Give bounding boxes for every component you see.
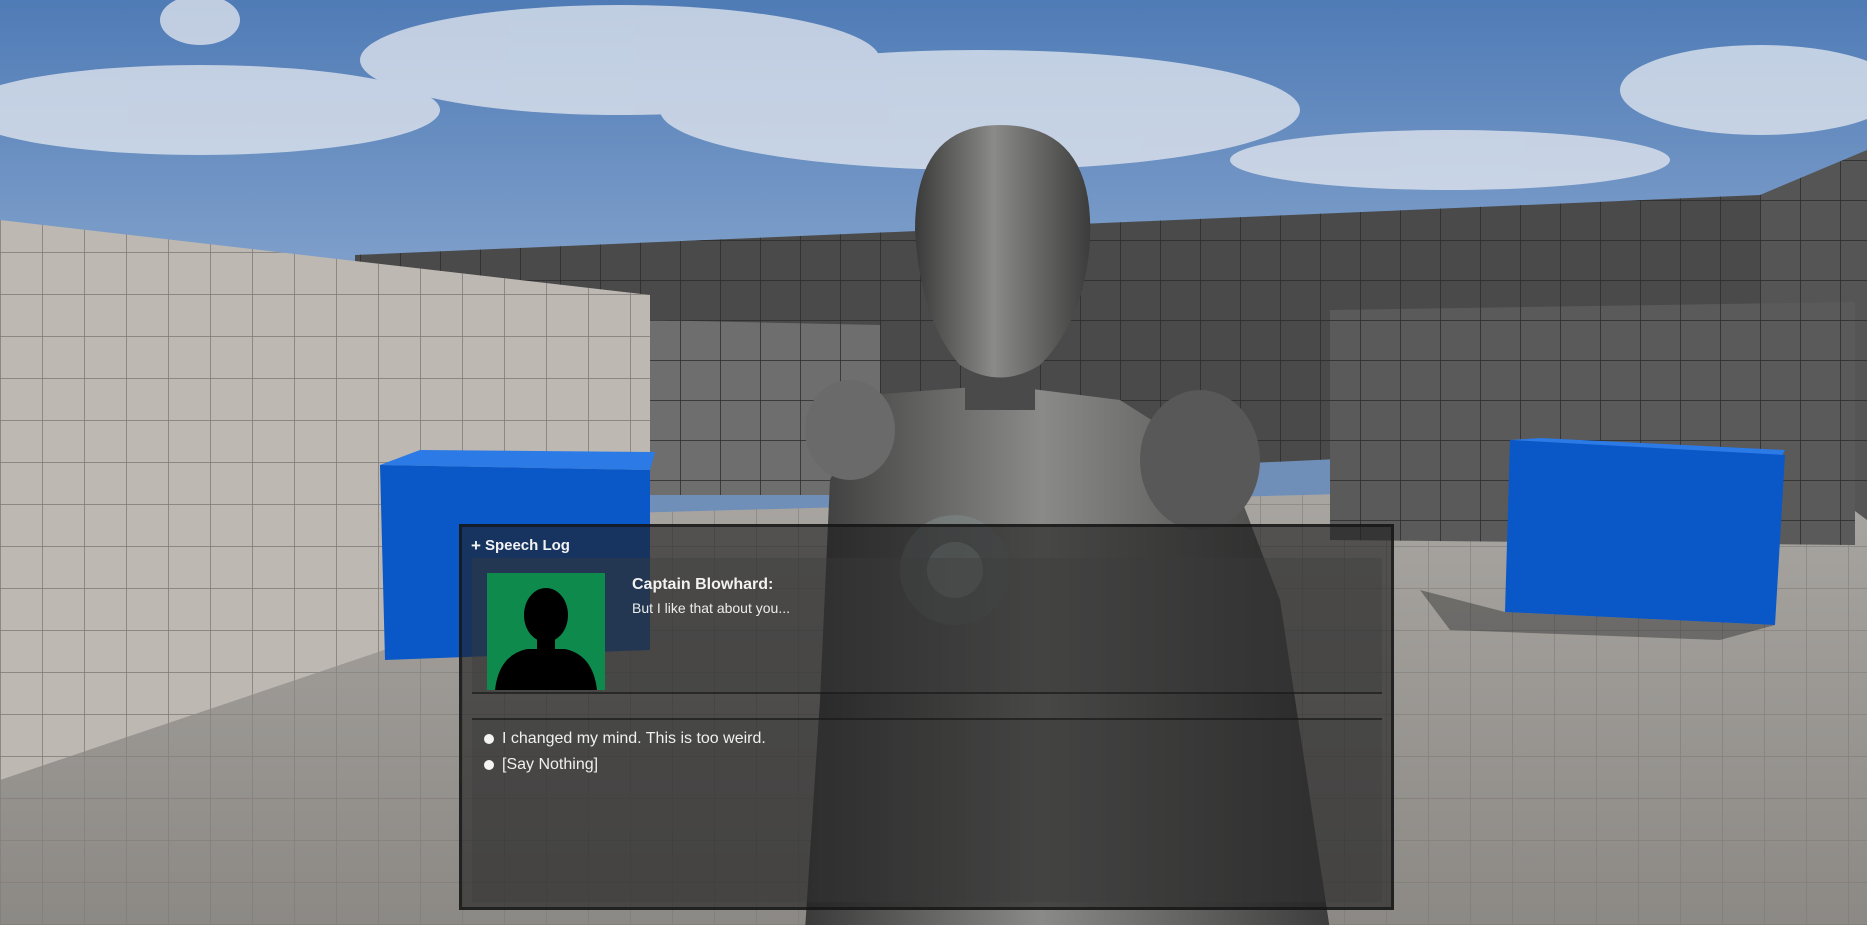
- choice-option[interactable]: [Say Nothing]: [484, 756, 598, 774]
- choice-option[interactable]: I changed my mind. This is too weird.: [484, 730, 766, 748]
- choice-label: [Say Nothing]: [502, 756, 599, 773]
- choices-panel: I changed my mind. This is too weird. [S…: [472, 718, 1382, 902]
- silhouette-icon: [495, 588, 597, 690]
- choice-label: I changed my mind. This is too weird.: [502, 730, 766, 747]
- dialogue-panel: + Speech Log Captain Blowhard: But I lik…: [459, 524, 1394, 910]
- bullet-icon: [484, 734, 494, 744]
- speaker-panel: Captain Blowhard: But I like that about …: [472, 558, 1382, 694]
- bullet-icon: [484, 760, 494, 770]
- plus-icon: +: [471, 535, 481, 555]
- speech-log-toggle[interactable]: + Speech Log: [471, 534, 570, 556]
- dialogue-line: But I like that about you...: [632, 600, 790, 616]
- speech-log-label: Speech Log: [484, 536, 570, 554]
- speaker-portrait: [487, 573, 605, 690]
- speaker-name: Captain Blowhard:: [632, 576, 774, 593]
